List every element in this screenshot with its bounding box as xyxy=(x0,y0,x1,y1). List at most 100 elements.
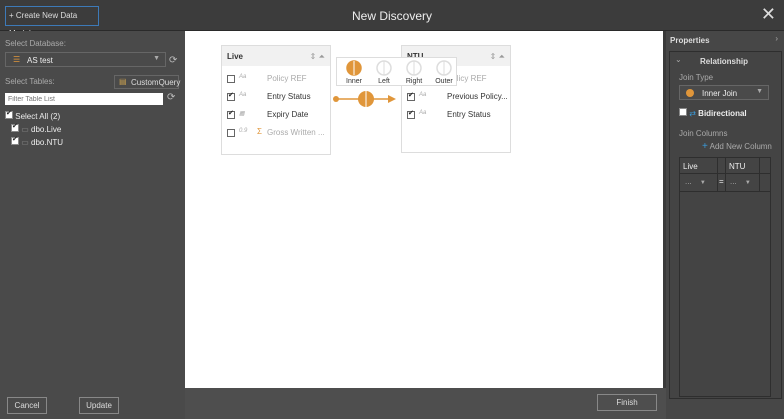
field-row[interactable]: ▦ Expiry Date xyxy=(222,106,330,124)
refresh-tables-icon[interactable]: ⟳ xyxy=(167,92,175,103)
join-option-right[interactable]: Right xyxy=(400,60,428,85)
sort-filter-icon[interactable]: ⇕ ⏶ xyxy=(490,52,505,62)
field-name: Previous Policy... xyxy=(447,92,508,101)
select-database-label: Select Database: xyxy=(5,39,66,48)
join-columns-label: Join Columns xyxy=(679,129,728,138)
checkbox[interactable] xyxy=(227,109,235,119)
chevron-down-icon: ▼ xyxy=(153,55,160,62)
connector-arrow-icon xyxy=(388,95,396,103)
update-button[interactable]: Update xyxy=(79,397,119,414)
left-column-dropdown[interactable]: ... ▼ xyxy=(685,177,706,186)
field-row[interactable]: Aa Entry Status xyxy=(402,106,510,124)
join-option-left[interactable]: Left xyxy=(370,60,398,85)
add-new-column-label: Add New Column xyxy=(709,142,772,151)
table-icon: ▭ xyxy=(21,138,29,147)
join-type-dropdown[interactable]: Inner Join ▼ xyxy=(679,85,769,100)
checkbox[interactable] xyxy=(11,122,19,132)
checkbox[interactable] xyxy=(407,91,415,101)
table-item-live[interactable]: ▭ dbo.Live xyxy=(11,122,62,134)
join-option-outer[interactable]: Outer xyxy=(430,60,458,85)
title-bar: + Create New Data Model New Discovery ✕ xyxy=(0,0,784,38)
table-card-live[interactable]: Live ⇕ ⏶ Aa Policy REF Aa Entry Status ▦ Exp… xyxy=(221,45,331,155)
custom-query-button[interactable]: ▤ CustomQuery xyxy=(114,75,181,89)
left-panel: Select Database: ☰ AS test ▼ ⟳ Select Ta… xyxy=(0,31,185,419)
field-row[interactable]: Aa Policy REF xyxy=(222,70,330,88)
design-canvas[interactable]: Live ⇕ ⏶ Aa Policy REF Aa Entry Status ▦ Exp… xyxy=(185,31,663,388)
database-dropdown[interactable]: ☰ AS test ▼ xyxy=(5,52,166,67)
right-join-icon xyxy=(406,60,422,76)
properties-panel: Properties › ⌄ Relationship Join Type In… xyxy=(666,31,784,419)
join-option-inner[interactable]: Inner xyxy=(340,60,368,85)
join-type-popup: Inner Left Right Outer xyxy=(336,57,457,86)
field-name: Expiry Date xyxy=(267,110,309,119)
table-card-header[interactable]: Live ⇕ ⏶ xyxy=(222,46,330,66)
expand-chevron-icon[interactable]: ⌄ xyxy=(675,55,682,64)
text-type-icon: Aa xyxy=(419,92,427,98)
equals-sign: = xyxy=(719,177,724,186)
chevron-down-icon: ▼ xyxy=(756,88,763,95)
relationship-connector[interactable] xyxy=(332,89,398,109)
select-all-checkbox[interactable]: Select All (2) xyxy=(5,109,61,121)
relationship-section: ⌄ Relationship Join Type Inner Join ▼ ⇄ … xyxy=(669,51,782,399)
plus-icon: + xyxy=(702,141,708,152)
add-new-column-button[interactable]: + Add New Column xyxy=(702,141,772,152)
checkbox[interactable] xyxy=(679,108,687,116)
section-title: Relationship xyxy=(700,57,749,66)
column-header-ntu: NTU xyxy=(729,162,746,171)
date-type-icon: ▦ xyxy=(239,111,245,117)
table-item-ntu[interactable]: ▭ dbo.NTU xyxy=(11,135,64,147)
join-option-label: Left xyxy=(378,78,390,85)
outer-join-icon xyxy=(436,60,452,76)
select-all-label: Select All (2) xyxy=(15,112,61,121)
close-icon[interactable]: ✕ xyxy=(761,4,776,25)
custom-query-label: CustomQuery xyxy=(131,78,181,87)
refresh-database-icon[interactable]: ⟳ xyxy=(169,55,177,66)
checkbox[interactable] xyxy=(227,91,235,101)
database-value: AS test xyxy=(27,56,53,65)
table-name: dbo.Live xyxy=(31,125,62,134)
field-name: Entry Status xyxy=(447,110,491,119)
database-icon: ☰ xyxy=(13,55,21,64)
field-row[interactable]: Aa Entry Status xyxy=(222,88,330,106)
sort-filter-icon[interactable]: ⇕ ⏶ xyxy=(310,52,325,62)
checkbox[interactable] xyxy=(227,75,235,83)
right-column-value: ... xyxy=(730,177,737,186)
left-join-icon xyxy=(376,60,392,76)
join-option-label: Outer xyxy=(435,78,453,85)
column-header-live: Live xyxy=(683,162,698,171)
field-name: Gross Written ... xyxy=(267,128,325,137)
chevron-down-icon: ▼ xyxy=(744,180,751,186)
checkbox[interactable] xyxy=(227,129,235,137)
text-type-icon: Aa xyxy=(419,110,427,116)
join-type-label: Join Type xyxy=(679,73,714,82)
checkbox[interactable] xyxy=(407,109,415,119)
checkbox[interactable] xyxy=(11,135,19,145)
join-type-value: Inner Join xyxy=(702,89,738,98)
table-name: dbo.NTU xyxy=(31,138,64,147)
table-title: Live xyxy=(227,52,244,61)
field-row[interactable]: Aa Previous Policy... xyxy=(402,88,510,106)
join-columns-table: Live NTU ... ▼ = ... ▼ xyxy=(679,157,771,397)
text-type-icon: Aa xyxy=(239,74,247,80)
sum-icon: Σ xyxy=(257,127,262,136)
text-type-icon: Aa xyxy=(239,92,247,98)
checkbox[interactable] xyxy=(5,109,13,119)
inner-join-icon xyxy=(686,89,694,97)
number-type-icon: 0.9 xyxy=(239,128,248,134)
bidirectional-checkbox[interactable]: ⇄ Bidirectional xyxy=(679,108,747,118)
table-icon: ▭ xyxy=(21,125,29,134)
left-column-value: ... xyxy=(685,177,692,186)
cancel-button[interactable]: Cancel xyxy=(7,397,47,414)
right-column-dropdown[interactable]: ... ▼ xyxy=(730,177,751,186)
query-icon: ▤ xyxy=(119,77,127,86)
field-row[interactable]: 0.9 Σ Gross Written ... xyxy=(222,124,330,142)
filter-table-input[interactable] xyxy=(5,93,163,105)
properties-title: Properties xyxy=(670,36,710,45)
field-name: Entry Status xyxy=(267,92,311,101)
swap-arrows-icon: ⇄ xyxy=(689,109,696,118)
select-tables-label: Select Tables: xyxy=(5,77,55,86)
chevron-down-icon: ▼ xyxy=(699,180,706,186)
field-name: Policy REF xyxy=(267,74,307,83)
collapse-chevron-icon[interactable]: › xyxy=(775,34,778,43)
finish-button[interactable]: Finish xyxy=(597,394,657,411)
